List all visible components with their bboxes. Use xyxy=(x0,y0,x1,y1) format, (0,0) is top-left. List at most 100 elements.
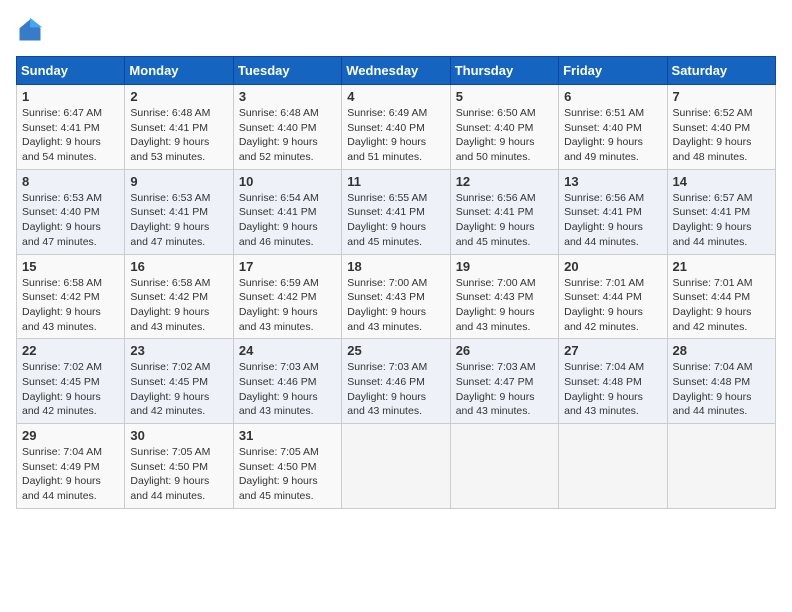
sunrise-text: Sunrise: 7:05 AM xyxy=(239,446,319,458)
sunset-text: Sunset: 4:42 PM xyxy=(22,291,100,303)
day-number: 29 xyxy=(22,428,119,443)
cell-content: Sunrise: 6:54 AM Sunset: 4:41 PM Dayligh… xyxy=(239,191,336,250)
cell-content: Sunrise: 7:05 AM Sunset: 4:50 PM Dayligh… xyxy=(130,445,227,504)
logo xyxy=(16,16,48,44)
sunrise-text: Sunrise: 6:51 AM xyxy=(564,107,644,119)
calendar-cell: 4 Sunrise: 6:49 AM Sunset: 4:40 PM Dayli… xyxy=(342,85,450,170)
daylight-text: Daylight: 9 hours and 46 minutes. xyxy=(239,221,318,248)
sunset-text: Sunset: 4:41 PM xyxy=(22,122,100,134)
day-number: 5 xyxy=(456,89,553,104)
daylight-text: Daylight: 9 hours and 45 minutes. xyxy=(456,221,535,248)
cell-content: Sunrise: 7:01 AM Sunset: 4:44 PM Dayligh… xyxy=(564,276,661,335)
daylight-text: Daylight: 9 hours and 53 minutes. xyxy=(130,136,209,163)
daylight-text: Daylight: 9 hours and 54 minutes. xyxy=(22,136,101,163)
calendar-cell: 23 Sunrise: 7:02 AM Sunset: 4:45 PM Dayl… xyxy=(125,339,233,424)
day-number: 15 xyxy=(22,259,119,274)
sunrise-text: Sunrise: 7:03 AM xyxy=(456,361,536,373)
cell-content: Sunrise: 6:47 AM Sunset: 4:41 PM Dayligh… xyxy=(22,106,119,165)
sunset-text: Sunset: 4:46 PM xyxy=(239,376,317,388)
day-number: 3 xyxy=(239,89,336,104)
calendar-cell xyxy=(450,424,558,509)
sunrise-text: Sunrise: 6:54 AM xyxy=(239,192,319,204)
sunrise-text: Sunrise: 6:48 AM xyxy=(239,107,319,119)
calendar-cell: 8 Sunrise: 6:53 AM Sunset: 4:40 PM Dayli… xyxy=(17,169,125,254)
sunrise-text: Sunrise: 6:58 AM xyxy=(22,277,102,289)
day-number: 1 xyxy=(22,89,119,104)
day-number: 17 xyxy=(239,259,336,274)
sunset-text: Sunset: 4:45 PM xyxy=(130,376,208,388)
sunset-text: Sunset: 4:40 PM xyxy=(22,206,100,218)
calendar-cell: 7 Sunrise: 6:52 AM Sunset: 4:40 PM Dayli… xyxy=(667,85,775,170)
sunrise-text: Sunrise: 7:01 AM xyxy=(673,277,753,289)
calendar-cell: 22 Sunrise: 7:02 AM Sunset: 4:45 PM Dayl… xyxy=(17,339,125,424)
cell-content: Sunrise: 6:52 AM Sunset: 4:40 PM Dayligh… xyxy=(673,106,770,165)
day-number: 14 xyxy=(673,174,770,189)
sunset-text: Sunset: 4:42 PM xyxy=(130,291,208,303)
calendar-week-row: 29 Sunrise: 7:04 AM Sunset: 4:49 PM Dayl… xyxy=(17,424,776,509)
calendar-week-row: 8 Sunrise: 6:53 AM Sunset: 4:40 PM Dayli… xyxy=(17,169,776,254)
daylight-text: Daylight: 9 hours and 43 minutes. xyxy=(456,306,535,333)
sunrise-text: Sunrise: 7:00 AM xyxy=(456,277,536,289)
day-number: 25 xyxy=(347,343,444,358)
calendar-cell: 14 Sunrise: 6:57 AM Sunset: 4:41 PM Dayl… xyxy=(667,169,775,254)
day-header-wednesday: Wednesday xyxy=(342,57,450,85)
sunset-text: Sunset: 4:41 PM xyxy=(347,206,425,218)
day-number: 8 xyxy=(22,174,119,189)
sunset-text: Sunset: 4:41 PM xyxy=(130,122,208,134)
sunrise-text: Sunrise: 6:55 AM xyxy=(347,192,427,204)
cell-content: Sunrise: 6:53 AM Sunset: 4:40 PM Dayligh… xyxy=(22,191,119,250)
sunset-text: Sunset: 4:50 PM xyxy=(239,461,317,473)
calendar-cell xyxy=(559,424,667,509)
daylight-text: Daylight: 9 hours and 52 minutes. xyxy=(239,136,318,163)
sunset-text: Sunset: 4:40 PM xyxy=(456,122,534,134)
daylight-text: Daylight: 9 hours and 50 minutes. xyxy=(456,136,535,163)
cell-content: Sunrise: 7:02 AM Sunset: 4:45 PM Dayligh… xyxy=(22,360,119,419)
cell-content: Sunrise: 6:57 AM Sunset: 4:41 PM Dayligh… xyxy=(673,191,770,250)
daylight-text: Daylight: 9 hours and 42 minutes. xyxy=(130,391,209,418)
daylight-text: Daylight: 9 hours and 49 minutes. xyxy=(564,136,643,163)
calendar-cell: 20 Sunrise: 7:01 AM Sunset: 4:44 PM Dayl… xyxy=(559,254,667,339)
daylight-text: Daylight: 9 hours and 51 minutes. xyxy=(347,136,426,163)
sunset-text: Sunset: 4:43 PM xyxy=(456,291,534,303)
day-number: 22 xyxy=(22,343,119,358)
day-number: 10 xyxy=(239,174,336,189)
sunrise-text: Sunrise: 7:02 AM xyxy=(22,361,102,373)
sunrise-text: Sunrise: 7:03 AM xyxy=(239,361,319,373)
daylight-text: Daylight: 9 hours and 43 minutes. xyxy=(347,306,426,333)
day-number: 27 xyxy=(564,343,661,358)
day-header-monday: Monday xyxy=(125,57,233,85)
sunset-text: Sunset: 4:48 PM xyxy=(564,376,642,388)
calendar-cell: 9 Sunrise: 6:53 AM Sunset: 4:41 PM Dayli… xyxy=(125,169,233,254)
cell-content: Sunrise: 6:59 AM Sunset: 4:42 PM Dayligh… xyxy=(239,276,336,335)
daylight-text: Daylight: 9 hours and 42 minutes. xyxy=(564,306,643,333)
day-number: 30 xyxy=(130,428,227,443)
daylight-text: Daylight: 9 hours and 43 minutes. xyxy=(564,391,643,418)
calendar-cell: 16 Sunrise: 6:58 AM Sunset: 4:42 PM Dayl… xyxy=(125,254,233,339)
calendar-cell: 13 Sunrise: 6:56 AM Sunset: 4:41 PM Dayl… xyxy=(559,169,667,254)
day-number: 21 xyxy=(673,259,770,274)
calendar-cell: 17 Sunrise: 6:59 AM Sunset: 4:42 PM Dayl… xyxy=(233,254,341,339)
daylight-text: Daylight: 9 hours and 43 minutes. xyxy=(456,391,535,418)
sunset-text: Sunset: 4:41 PM xyxy=(564,206,642,218)
calendar-cell xyxy=(667,424,775,509)
day-header-sunday: Sunday xyxy=(17,57,125,85)
daylight-text: Daylight: 9 hours and 47 minutes. xyxy=(22,221,101,248)
daylight-text: Daylight: 9 hours and 44 minutes. xyxy=(673,221,752,248)
daylight-text: Daylight: 9 hours and 44 minutes. xyxy=(673,391,752,418)
cell-content: Sunrise: 7:04 AM Sunset: 4:48 PM Dayligh… xyxy=(564,360,661,419)
calendar-cell: 19 Sunrise: 7:00 AM Sunset: 4:43 PM Dayl… xyxy=(450,254,558,339)
calendar-table: SundayMondayTuesdayWednesdayThursdayFrid… xyxy=(16,56,776,509)
day-number: 16 xyxy=(130,259,227,274)
day-header-saturday: Saturday xyxy=(667,57,775,85)
day-header-friday: Friday xyxy=(559,57,667,85)
cell-content: Sunrise: 7:03 AM Sunset: 4:46 PM Dayligh… xyxy=(239,360,336,419)
daylight-text: Daylight: 9 hours and 43 minutes. xyxy=(239,306,318,333)
daylight-text: Daylight: 9 hours and 43 minutes. xyxy=(130,306,209,333)
day-number: 18 xyxy=(347,259,444,274)
day-number: 9 xyxy=(130,174,227,189)
cell-content: Sunrise: 6:53 AM Sunset: 4:41 PM Dayligh… xyxy=(130,191,227,250)
calendar-cell: 30 Sunrise: 7:05 AM Sunset: 4:50 PM Dayl… xyxy=(125,424,233,509)
daylight-text: Daylight: 9 hours and 45 minutes. xyxy=(347,221,426,248)
day-number: 13 xyxy=(564,174,661,189)
cell-content: Sunrise: 6:48 AM Sunset: 4:40 PM Dayligh… xyxy=(239,106,336,165)
